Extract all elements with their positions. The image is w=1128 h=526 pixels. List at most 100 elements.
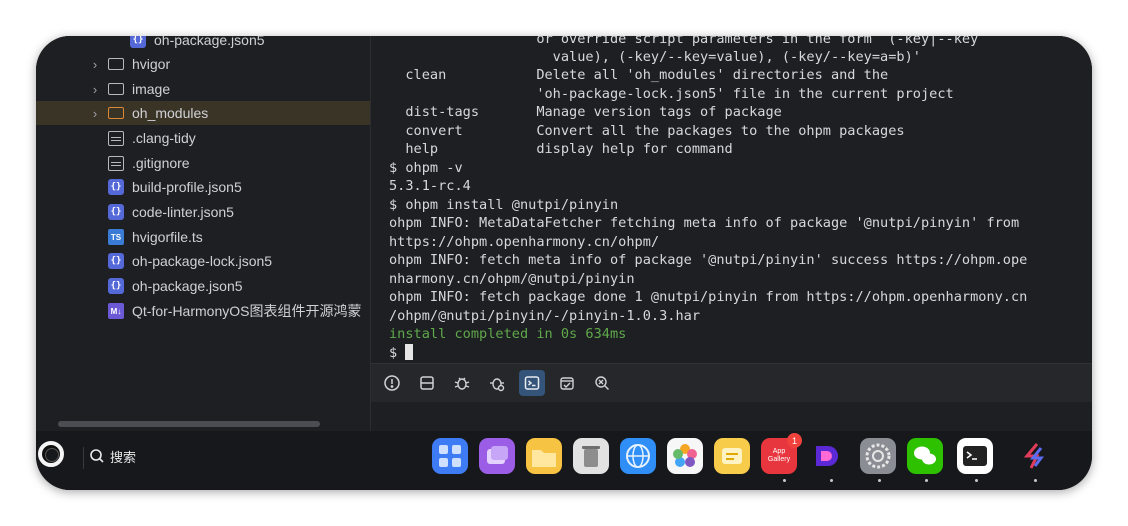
terminal-line: or override script parameters in the for… <box>389 36 979 47</box>
trash-icon[interactable] <box>573 438 609 474</box>
terminal-line: nharmony.cn/ohpm/@nutpi/pinyin <box>389 271 635 287</box>
layout-icon <box>420 376 434 390</box>
search-label: 搜索 <box>110 449 137 465</box>
folder-icon <box>108 58 124 70</box>
browser-icon[interactable] <box>620 438 656 474</box>
profiler-icon <box>490 378 505 392</box>
running-indicator <box>783 479 786 482</box>
devtool-icon[interactable] <box>808 438 844 474</box>
search-log-button[interactable] <box>589 370 615 396</box>
terminal-success-line: install completed in 0s 634ms <box>389 326 627 342</box>
json-file-icon: {} <box>108 204 124 220</box>
file-icon <box>108 155 124 171</box>
desktop-window: {} oh-package.json5 › hvigor › image › o… <box>36 36 1092 490</box>
running-indicator <box>1034 479 1037 482</box>
tree-item-oh-modules[interactable]: › oh_modules <box>36 101 370 125</box>
tree-item-label: oh-package.json5 <box>132 278 243 294</box>
horizontal-scrollbar[interactable] <box>58 421 320 427</box>
settings-icon[interactable] <box>860 438 896 474</box>
terminal-prompt-line[interactable]: $ <box>389 344 414 362</box>
terminal-line: value), (-key/--key=value), (-key/--key=… <box>389 49 921 65</box>
tree-item-label: hvigor <box>132 56 171 72</box>
tree-item-image[interactable]: › image <box>36 77 370 101</box>
debug-button[interactable] <box>449 370 475 396</box>
photos-icon[interactable] <box>667 438 703 474</box>
terminal-line: clean Delete all 'oh_modules' directorie… <box>389 67 889 83</box>
terminal-line: $ ohpm -v <box>389 160 463 176</box>
profiler-button[interactable] <box>484 370 510 396</box>
terminal-cursor <box>405 344 414 360</box>
tree-item-label: .clang-tidy <box>132 130 196 146</box>
tree-item-label: .gitignore <box>132 155 190 171</box>
terminal-line: 'oh-package-lock.json5' file in the curr… <box>389 86 954 102</box>
tool-window-bar <box>371 363 1092 403</box>
tree-item-gitignore[interactable]: .gitignore <box>36 151 370 175</box>
tree-item-clang-tidy[interactable]: .clang-tidy <box>36 126 370 150</box>
terminal-prompt: $ <box>389 345 406 361</box>
terminal-line: $ ohpm install @nutpi/pinyin <box>389 197 619 213</box>
markdown-file-icon: M↓ <box>108 303 124 319</box>
terminal-line: /ohpm/@nutpi/pinyin/-/pinyin-1.0.3.har <box>389 308 700 324</box>
terminal-line: ohpm INFO: MetaDataFetcher fetching meta… <box>389 215 1020 231</box>
problems-icon <box>384 375 400 391</box>
terminal-button[interactable] <box>519 370 545 396</box>
chevron-right-icon[interactable]: › <box>88 106 102 121</box>
tree-item-label: oh-package-lock.json5 <box>132 253 273 269</box>
taskbar-divider <box>83 447 84 469</box>
tree-item-oh-package[interactable]: {} oh-package.json5 <box>36 274 370 298</box>
search-icon <box>90 449 104 463</box>
terminal-line: https://ohpm.openharmony.cn/ohpm/ <box>389 234 660 250</box>
notification-badge: 1 <box>787 433 802 448</box>
launcher-grid-icon[interactable] <box>432 438 468 474</box>
layout-button[interactable] <box>414 370 440 396</box>
services-icon <box>560 377 574 390</box>
terminal-line: convert Convert all the packages to the … <box>389 123 905 139</box>
terminal-line: dist-tags Manage version tags of package <box>389 104 782 120</box>
app-gallery-label: App Gallery <box>767 448 791 463</box>
tree-item-label: build-profile.json5 <box>132 179 242 195</box>
project-tree: {} oh-package.json5 › hvigor › image › o… <box>36 36 371 431</box>
folder-icon <box>108 83 124 95</box>
taskbar-search[interactable]: 搜索 <box>88 445 136 467</box>
multitask-icon[interactable] <box>479 438 515 474</box>
tree-item-hvigor[interactable]: › hvigor <box>36 52 370 76</box>
terminal-icon <box>524 376 540 390</box>
tree-item-readme[interactable]: M↓ Qt-for-HarmonyOS图表组件开源鸿蒙 <box>36 299 370 323</box>
tree-item-oh-package-lock[interactable]: {} oh-package-lock.json5 <box>36 249 370 273</box>
terminal-line: 5.3.1-rc.4 <box>389 178 471 194</box>
tree-item-label: Qt-for-HarmonyOS图表组件开源鸿蒙 <box>132 303 362 319</box>
deveco-icon[interactable] <box>1017 438 1053 474</box>
folder-icon <box>108 107 124 119</box>
running-indicator <box>975 479 978 482</box>
running-indicator <box>925 479 928 482</box>
tree-item-build-profile[interactable]: {} build-profile.json5 <box>36 175 370 199</box>
tree-item-oh-package-json5-top[interactable]: {} oh-package.json5 <box>36 36 370 52</box>
tool-window-content <box>371 402 1092 431</box>
chevron-right-icon[interactable]: › <box>88 57 102 72</box>
tree-item-label: oh_modules <box>132 105 209 121</box>
json-file-icon: {} <box>108 179 124 195</box>
tree-item-label: hvigorfile.ts <box>132 229 203 245</box>
tree-item-label: code-linter.json5 <box>132 204 234 220</box>
ts-file-icon: TS <box>108 229 124 245</box>
file-icon <box>108 130 124 146</box>
problems-button[interactable] <box>379 370 405 396</box>
services-button[interactable] <box>554 370 580 396</box>
search-log-icon <box>595 376 609 390</box>
taskbar: 搜索 App Gallery 1 <box>36 431 1092 490</box>
running-indicator <box>830 479 833 482</box>
tree-item-hvigorfile[interactable]: TS hvigorfile.ts <box>36 225 370 249</box>
tree-item-label: image <box>132 81 171 97</box>
terminal-app-icon[interactable] <box>957 438 993 474</box>
start-button[interactable] <box>38 441 64 467</box>
tree-item-code-linter[interactable]: {} code-linter.json5 <box>36 200 370 224</box>
wechat-icon[interactable] <box>907 438 943 474</box>
notes-icon[interactable] <box>714 438 750 474</box>
files-icon[interactable] <box>526 438 562 474</box>
terminal-panel[interactable]: or override script parameters in the for… <box>371 36 1092 362</box>
terminal-line: ohpm INFO: fetch package done 1 @nutpi/p… <box>389 289 1028 305</box>
terminal-line: ohpm INFO: fetch meta info of package '@… <box>389 252 1028 268</box>
json-file-icon: {} <box>108 278 124 294</box>
app-gallery-icon[interactable]: App Gallery 1 <box>761 433 802 474</box>
chevron-right-icon[interactable]: › <box>88 82 102 97</box>
